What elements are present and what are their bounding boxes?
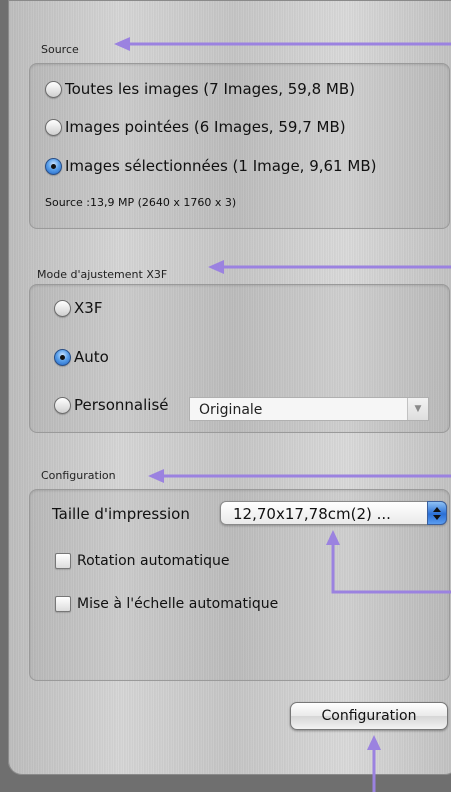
radio-selected-images[interactable]: Images sélectionnées (1 Image, 9,61 MB)	[45, 157, 376, 175]
up-down-arrows-icon	[427, 501, 447, 525]
radio-label: Toutes les images (7 Images, 59,8 MB)	[65, 80, 356, 98]
radio-label: Images sélectionnées (1 Image, 9,61 MB)	[65, 157, 377, 175]
radio-button[interactable]	[54, 299, 71, 317]
radio-custom[interactable]: Personnalisé	[54, 396, 168, 414]
checkbox[interactable]	[55, 553, 71, 569]
radio-auto[interactable]: Auto	[54, 348, 109, 366]
radio-button[interactable]	[54, 348, 71, 366]
print-size-select[interactable]: 12,70x17,78cm(2) ...	[220, 501, 447, 525]
radio-tagged-images[interactable]: Images pointées (6 Images, 59,7 MB)	[45, 118, 346, 136]
radio-all-images[interactable]: Toutes les images (7 Images, 59,8 MB)	[45, 80, 355, 98]
source-info-text: Source :13,9 MP (2640 x 1760 x 3)	[45, 196, 237, 209]
print-size-value: 12,70x17,78cm(2) ...	[233, 505, 391, 523]
radio-x3f[interactable]: X3F	[54, 299, 102, 317]
source-group-title: Source	[41, 43, 79, 56]
configuration-group-title: Configuration	[41, 469, 116, 482]
radio-button[interactable]	[45, 157, 62, 175]
settings-panel: Source Toutes les images (7 Images, 59,8…	[8, 0, 451, 775]
radio-label: Auto	[74, 348, 109, 366]
checkbox-label: Mise à l'échelle automatique	[77, 596, 279, 612]
radio-button[interactable]	[54, 396, 71, 414]
radio-label: Personnalisé	[74, 396, 169, 414]
chevron-down-icon: ▼	[407, 398, 428, 420]
checkbox-auto-rotate[interactable]: Rotation automatique	[55, 553, 229, 569]
adjust-mode-group-title: Mode d'ajustement X3F	[37, 268, 168, 281]
checkbox[interactable]	[55, 596, 71, 612]
print-size-label: Taille d'impression	[52, 505, 190, 523]
radio-label: X3F	[74, 299, 103, 317]
custom-preset-select[interactable]: Originale ▼	[189, 397, 429, 421]
custom-preset-value: Originale	[199, 402, 263, 418]
radio-button[interactable]	[45, 80, 62, 98]
radio-button[interactable]	[45, 118, 62, 136]
radio-label: Images pointées (6 Images, 59,7 MB)	[65, 118, 346, 136]
checkbox-label: Rotation automatique	[77, 553, 230, 569]
configuration-button[interactable]: Configuration	[290, 702, 448, 730]
checkbox-auto-scale[interactable]: Mise à l'échelle automatique	[55, 596, 278, 612]
